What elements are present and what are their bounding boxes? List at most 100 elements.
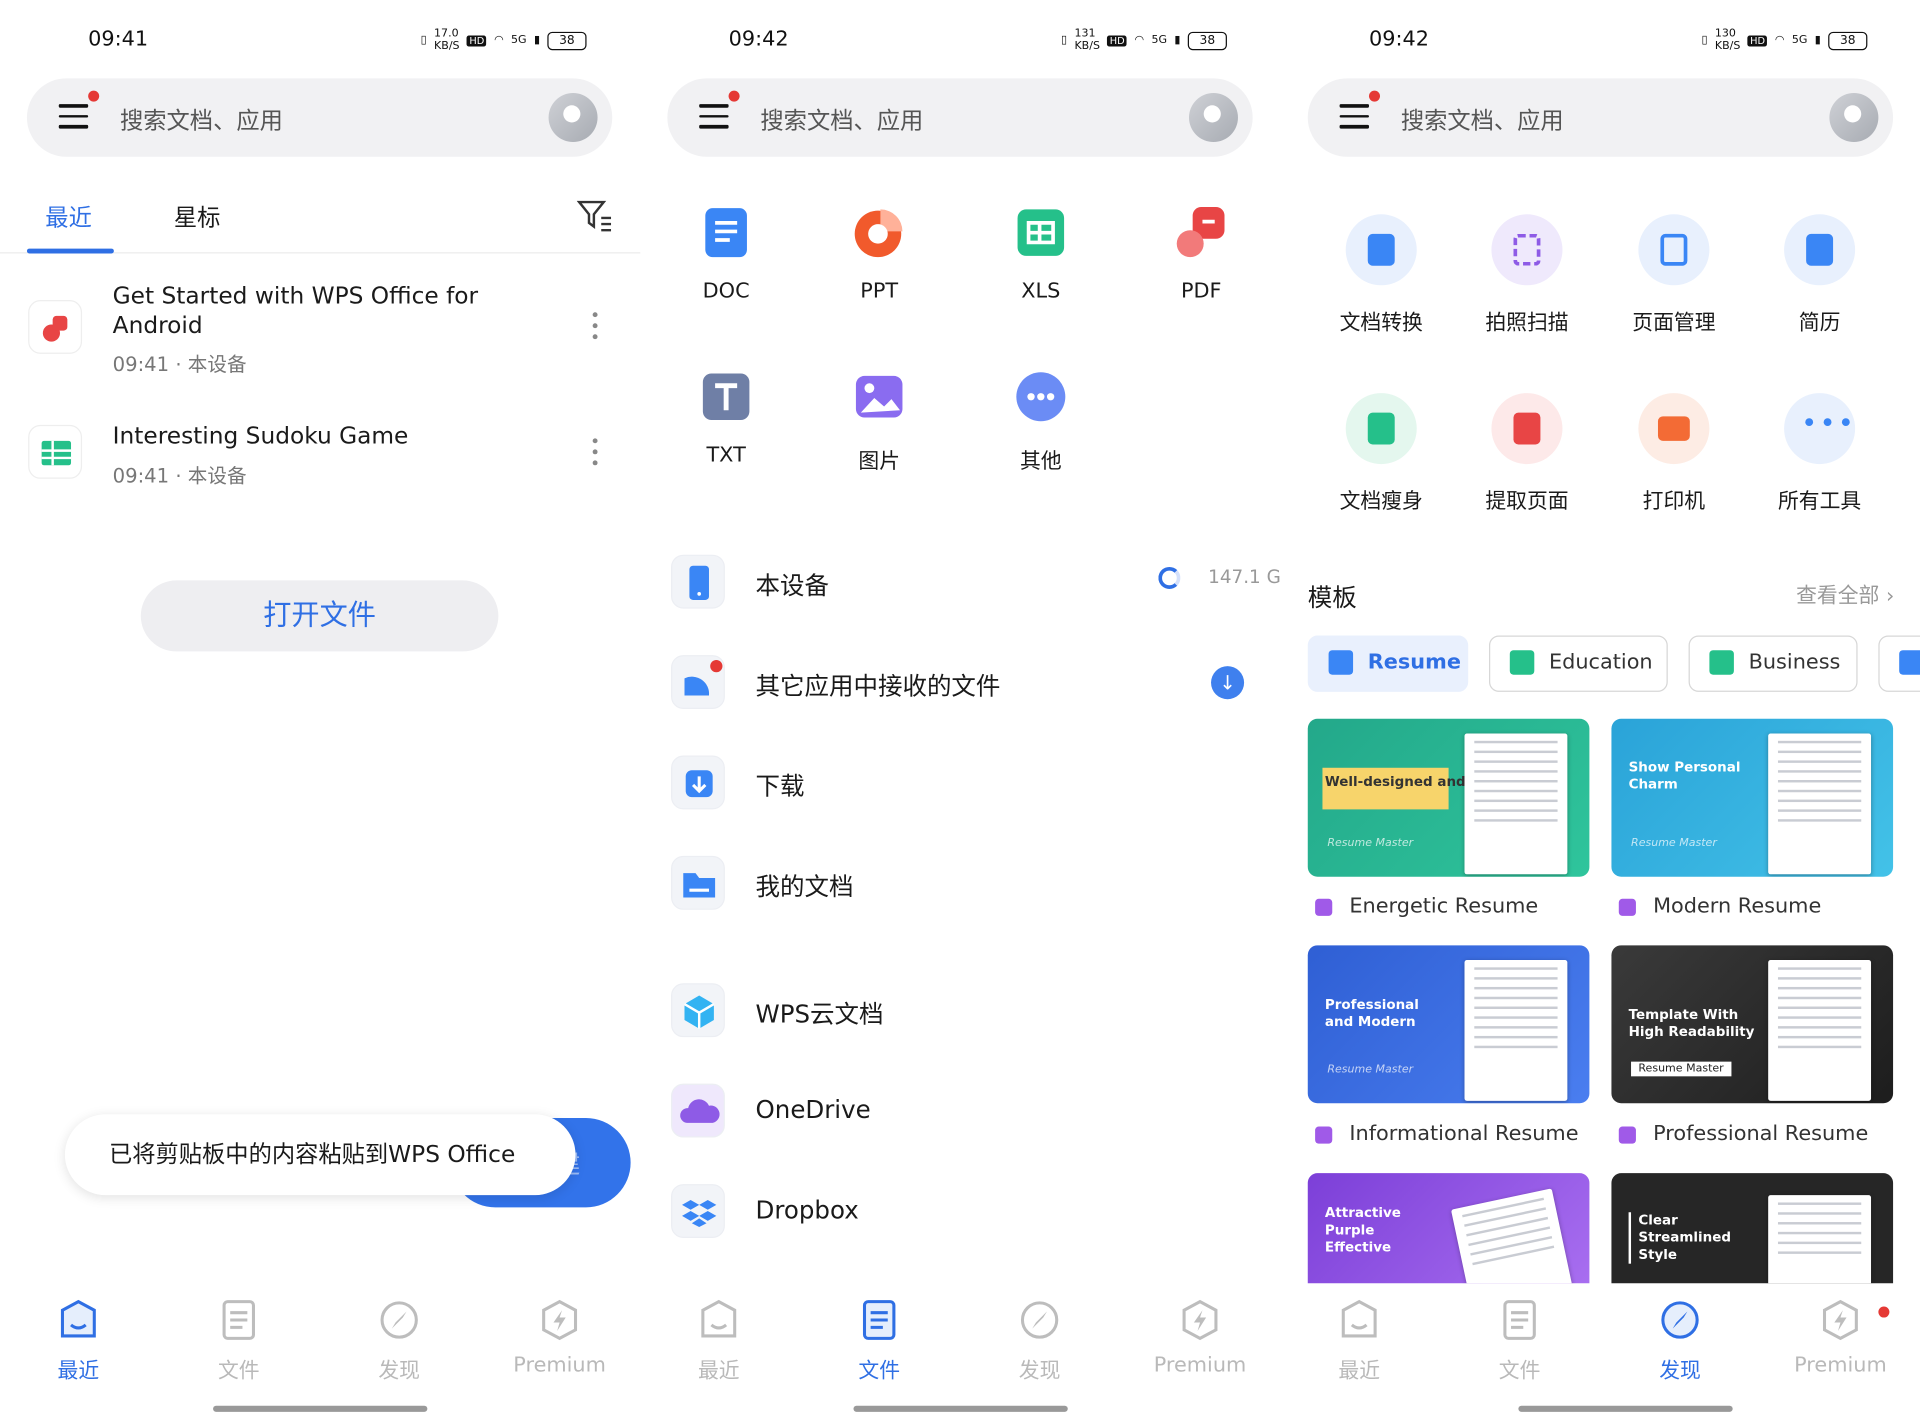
txt-icon bbox=[702, 373, 750, 421]
chip-education[interactable]: Education bbox=[1488, 635, 1668, 692]
file-meta: 09:41 · 本设备 bbox=[112, 464, 247, 488]
recent-icon bbox=[701, 1299, 737, 1338]
search-bar[interactable]: 搜索文档、应用 bbox=[1307, 78, 1894, 157]
type-other[interactable]: 其他 bbox=[980, 369, 1102, 474]
nav-premium[interactable]: Premium bbox=[498, 1296, 620, 1378]
storage-size: 147.1 G bbox=[1208, 565, 1281, 588]
home-indicator[interactable] bbox=[213, 1405, 428, 1412]
template-label[interactable]: Modern Resume bbox=[1611, 894, 1821, 918]
more-icon[interactable] bbox=[591, 438, 598, 467]
status-icons: ▯ 17.0 KB/S HD ◠ 5G ▮ 38 bbox=[421, 28, 587, 53]
nav-files[interactable]: 文件 bbox=[818, 1296, 940, 1384]
location-this-device[interactable]: 本设备 147.1 G bbox=[640, 544, 1281, 620]
notification-dot bbox=[728, 90, 740, 102]
nav-files[interactable]: 文件 bbox=[1458, 1296, 1580, 1384]
nav-discover[interactable]: 发现 bbox=[1619, 1296, 1741, 1384]
location-downloads[interactable]: 下载 bbox=[640, 744, 1280, 820]
tool-all[interactable]: ••• 所有工具 bbox=[1746, 393, 1893, 514]
nav-discover[interactable]: 发现 bbox=[338, 1296, 460, 1384]
file-row[interactable]: Interesting Sudoku Game 09:41 · 本设备 bbox=[0, 416, 640, 526]
net-speed: 131 KB/S bbox=[1074, 28, 1100, 53]
wifi-icon: ◠ bbox=[1134, 34, 1145, 47]
card-tag: Clear Streamlined Style bbox=[1628, 1212, 1739, 1264]
premium-icon bbox=[1182, 1299, 1218, 1341]
avatar[interactable] bbox=[548, 93, 598, 143]
resume-chip-icon bbox=[1328, 650, 1354, 675]
tool-resume[interactable]: 简历 bbox=[1746, 214, 1893, 336]
battery-icon: 38 bbox=[1187, 31, 1227, 50]
file-row[interactable]: Get Started with WPS Office for Android … bbox=[0, 276, 640, 386]
download-badge-icon[interactable]: ↓ bbox=[1211, 666, 1245, 700]
search-placeholder[interactable]: 搜索文档、应用 bbox=[760, 103, 923, 136]
chip-business[interactable]: Business bbox=[1688, 635, 1858, 692]
nav-files[interactable]: 文件 bbox=[178, 1296, 300, 1384]
tool-convert[interactable]: 文档转换 bbox=[1308, 214, 1455, 336]
location-dropbox[interactable]: Dropbox bbox=[640, 1173, 1280, 1249]
home-indicator[interactable] bbox=[853, 1405, 1068, 1412]
type-doc[interactable]: DOC bbox=[665, 204, 787, 304]
tab-recent[interactable]: 最近 bbox=[45, 200, 92, 233]
tool-printer[interactable]: 打印机 bbox=[1600, 393, 1747, 514]
menu-icon[interactable] bbox=[699, 104, 729, 131]
search-bar[interactable]: 搜索文档、应用 bbox=[667, 78, 1253, 157]
template-label[interactable]: Energetic Resume bbox=[1308, 894, 1538, 918]
home-indicator[interactable] bbox=[1518, 1405, 1733, 1412]
nav-label: 最近 bbox=[697, 1359, 740, 1384]
avatar[interactable] bbox=[1188, 93, 1238, 143]
type-image[interactable]: 图片 bbox=[818, 369, 940, 474]
tool-extract[interactable]: 提取页面 bbox=[1453, 393, 1600, 514]
nav-label: 发现 bbox=[1018, 1359, 1061, 1384]
template-card-informational[interactable]: Professional and Modern Resume Master bbox=[1307, 945, 1590, 1104]
view-all-link[interactable]: 查看全部 › bbox=[1796, 578, 1894, 608]
nav-recent[interactable]: 最近 bbox=[17, 1296, 139, 1384]
type-label: PDF bbox=[1180, 279, 1222, 304]
chip-more[interactable] bbox=[1878, 635, 1920, 692]
recent-icon bbox=[60, 1299, 96, 1338]
type-ppt[interactable]: PPT bbox=[818, 204, 940, 304]
menu-icon[interactable] bbox=[1339, 104, 1369, 131]
tool-scan[interactable]: 拍照扫描 bbox=[1453, 214, 1600, 336]
template-card-professional[interactable]: Template With High Readability Resume Ma… bbox=[1611, 945, 1894, 1104]
type-label: DOC bbox=[702, 279, 750, 304]
type-txt[interactable]: TXT bbox=[665, 369, 787, 468]
nav-label: 最近 bbox=[57, 1359, 100, 1384]
template-card-modern[interactable]: Show Personal Charm Resume Master bbox=[1611, 718, 1894, 877]
location-received-files[interactable]: 其它应用中接收的文件 ↓ bbox=[640, 644, 1280, 720]
search-bar[interactable]: 搜索文档、应用 bbox=[26, 78, 613, 157]
nav-label: 发现 bbox=[378, 1359, 421, 1384]
nav-premium[interactable]: Premium bbox=[1139, 1296, 1261, 1378]
tool-slim[interactable]: 文档瘦身 bbox=[1308, 393, 1455, 514]
storage-ring-icon bbox=[1158, 566, 1181, 589]
template-card-energetic[interactable]: Well-designed and energetic Resume Maste… bbox=[1307, 718, 1590, 877]
card-brand: Resume Master bbox=[1327, 837, 1414, 850]
nav-label: 文件 bbox=[858, 1359, 901, 1384]
location-wps-cloud[interactable]: WPS云文档 bbox=[640, 972, 1280, 1048]
tab-starred[interactable]: 星标 bbox=[174, 200, 221, 233]
wps-cloud-icon bbox=[671, 983, 725, 1038]
compass-icon bbox=[380, 1301, 418, 1339]
battery-icon: 38 bbox=[1828, 31, 1868, 50]
type-xls[interactable]: XLS bbox=[980, 204, 1102, 304]
location-onedrive[interactable]: OneDrive bbox=[640, 1073, 1280, 1149]
nav-label: Premium bbox=[513, 1353, 606, 1378]
search-placeholder[interactable]: 搜索文档、应用 bbox=[1401, 103, 1564, 136]
open-file-button[interactable]: 打开文件 bbox=[140, 580, 499, 652]
nav-recent[interactable]: 最近 bbox=[658, 1296, 780, 1384]
nav-discover[interactable]: 发现 bbox=[978, 1296, 1100, 1384]
filter-icon[interactable] bbox=[576, 198, 614, 232]
resume-preview bbox=[1768, 960, 1872, 1101]
more-icon[interactable] bbox=[591, 312, 598, 341]
chip-resume[interactable]: Resume bbox=[1307, 635, 1469, 692]
nav-recent[interactable]: 最近 bbox=[1298, 1296, 1420, 1384]
template-label[interactable]: Informational Resume bbox=[1308, 1122, 1579, 1146]
convert-icon bbox=[1345, 214, 1417, 286]
menu-icon[interactable] bbox=[58, 104, 89, 131]
location-my-documents[interactable]: 我的文档 bbox=[640, 845, 1280, 921]
avatar[interactable] bbox=[1829, 93, 1879, 143]
search-placeholder[interactable]: 搜索文档、应用 bbox=[120, 103, 283, 136]
tool-page-manage[interactable]: 页面管理 bbox=[1600, 214, 1747, 336]
template-card-streamlined[interactable]: Clear Streamlined Style bbox=[1611, 1173, 1894, 1284]
template-label[interactable]: Professional Resume bbox=[1611, 1122, 1868, 1146]
type-pdf[interactable]: PDF bbox=[1140, 204, 1262, 304]
template-card-purple[interactable]: Attractive Purple Effective bbox=[1307, 1173, 1590, 1284]
